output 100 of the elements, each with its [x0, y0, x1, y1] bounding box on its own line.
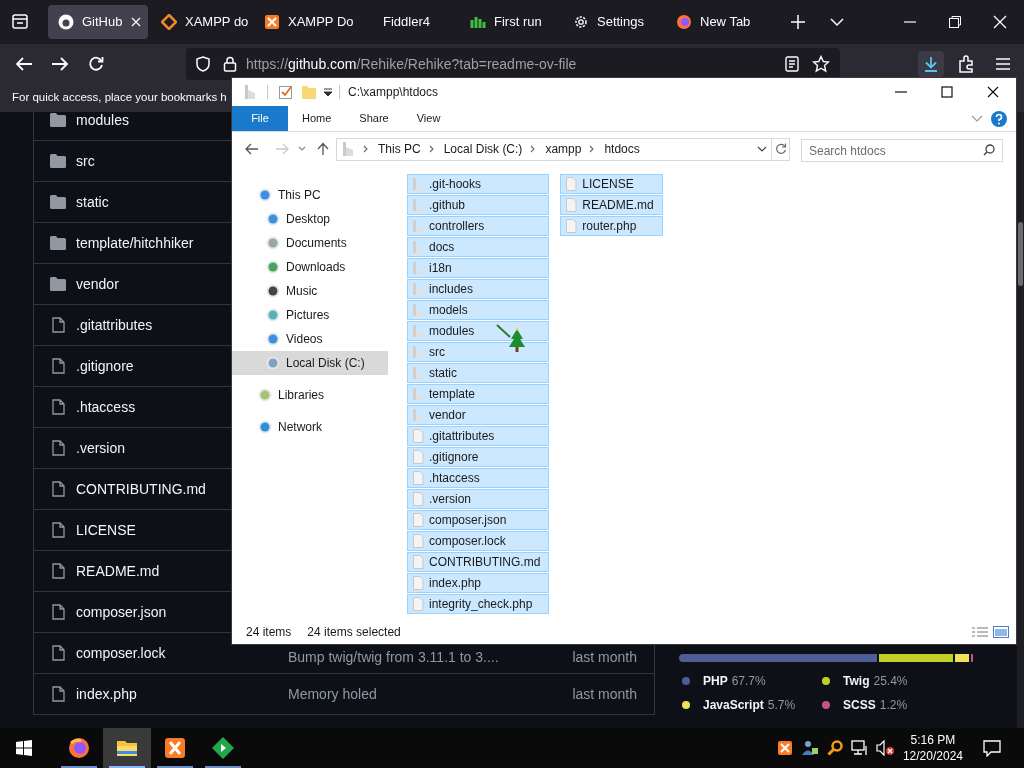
- chevron-down-icon[interactable]: [830, 15, 844, 29]
- close-icon[interactable]: [987, 86, 999, 98]
- ribbon-tab[interactable]: View: [402, 106, 455, 131]
- browser-tab[interactable]: New Tab: [666, 5, 766, 39]
- nav-item[interactable]: Videos: [232, 327, 407, 351]
- volume-muted-icon[interactable]: [874, 740, 895, 756]
- ribbon-tab[interactable]: Share: [345, 106, 403, 131]
- nav-item[interactable]: This PC: [232, 183, 407, 207]
- start-icon[interactable]: [16, 740, 32, 756]
- file-item[interactable]: composer.lock: [407, 531, 550, 551]
- network-icon[interactable]: [850, 740, 869, 756]
- file-link[interactable]: modules: [76, 112, 129, 131]
- search-field[interactable]: Search htdocs: [801, 139, 1003, 162]
- file-item[interactable]: static: [407, 363, 550, 383]
- bookmark-star-icon[interactable]: [812, 55, 830, 73]
- language-name[interactable]: JavaScript: [703, 696, 764, 714]
- nav-item[interactable]: Libraries: [232, 383, 407, 407]
- breadcrumb-item[interactable]: htdocs: [604, 140, 640, 158]
- file-item[interactable]: i18n: [407, 258, 550, 278]
- menu-icon[interactable]: [995, 57, 1011, 71]
- expand-ribbon-icon[interactable]: [971, 114, 983, 123]
- browser-tab[interactable]: Fiddler4: [357, 5, 457, 39]
- file-item[interactable]: includes: [407, 279, 550, 299]
- nav-item[interactable]: Documents: [232, 231, 407, 255]
- file-item[interactable]: .htaccess: [407, 468, 550, 488]
- browser-tab[interactable]: XAMPP Do: [254, 5, 354, 39]
- language-name[interactable]: PHP: [703, 672, 728, 690]
- nav-item[interactable]: Downloads: [232, 255, 407, 279]
- address-bar[interactable]: This PC Local Disk (C:) xampp htdocs: [336, 137, 772, 161]
- large-icons-view-icon[interactable]: [993, 625, 1009, 638]
- browser-tab[interactable]: Settings: [563, 5, 663, 39]
- extensions-icon[interactable]: [957, 55, 975, 73]
- file-link[interactable]: src: [76, 150, 95, 172]
- file-item[interactable]: controllers: [407, 216, 550, 236]
- scrollbar-thumb[interactable]: [1018, 222, 1023, 286]
- url-field[interactable]: https://github.com/Rehike/Rehike?tab=readme-ov-file: [186, 48, 840, 80]
- plus-icon[interactable]: [790, 14, 806, 30]
- file-link[interactable]: static: [76, 191, 109, 213]
- customize-toolbar-icon[interactable]: [323, 87, 333, 97]
- commit-message[interactable]: Bump twig/twig from 3.11.1 to 3....: [288, 647, 499, 673]
- file-link[interactable]: README.md: [76, 560, 160, 582]
- file-link[interactable]: .gitignore: [76, 355, 134, 377]
- recent-locations-icon[interactable]: [298, 146, 306, 152]
- notifications-icon[interactable]: [983, 739, 1001, 757]
- file-link[interactable]: CONTRIBUTING.md: [76, 478, 206, 500]
- file-item[interactable]: .gitignore: [407, 447, 550, 467]
- network-user-icon[interactable]: [800, 739, 819, 757]
- nav-item[interactable]: Local Disk (C:): [232, 351, 388, 375]
- square-logo-icon[interactable]: [776, 740, 793, 756]
- browser-tab[interactable]: GitHub: [48, 5, 148, 39]
- file-item[interactable]: vendor: [407, 405, 550, 425]
- file-item[interactable]: LICENSE: [560, 174, 663, 194]
- commit-message[interactable]: Memory holed: [288, 683, 377, 705]
- scrollbar[interactable]: [1017, 112, 1024, 728]
- maximize-icon[interactable]: [941, 86, 953, 98]
- file-link[interactable]: composer.lock: [76, 642, 166, 664]
- file-link[interactable]: .version: [76, 437, 126, 459]
- file-link[interactable]: LICENSE: [76, 519, 136, 541]
- file-item[interactable]: .version: [407, 489, 550, 509]
- file-item[interactable]: modules: [407, 321, 550, 341]
- file-link[interactable]: vendor: [76, 273, 119, 295]
- nav-item[interactable]: Music: [232, 279, 407, 303]
- file-item[interactable]: src: [407, 342, 550, 362]
- file-item[interactable]: README.md: [560, 195, 663, 215]
- file-link[interactable]: template/hitchhiker: [76, 232, 194, 254]
- properties-icon[interactable]: [278, 84, 294, 100]
- clock[interactable]: 5:16 PM 12/20/2024: [902, 732, 963, 764]
- file-link[interactable]: .gitattributes: [76, 314, 153, 336]
- file-item[interactable]: docs: [407, 237, 550, 257]
- nav-item[interactable]: Desktop: [232, 207, 407, 231]
- file-item[interactable]: .gitattributes: [407, 426, 550, 446]
- file-link[interactable]: .htaccess: [76, 396, 136, 418]
- search-icon[interactable]: [826, 740, 843, 756]
- file-item[interactable]: integrity_check.php: [407, 594, 550, 614]
- breadcrumb-item[interactable]: xampp: [545, 140, 582, 158]
- file-link[interactable]: composer.json: [76, 601, 167, 623]
- reload-icon[interactable]: [88, 56, 104, 72]
- file-link[interactable]: index.php: [76, 683, 137, 705]
- dropdown-icon[interactable]: [757, 146, 767, 152]
- nav-item[interactable]: Network: [232, 415, 407, 439]
- browser-tab[interactable]: XAMPP do: [151, 5, 251, 39]
- breadcrumb-item[interactable]: This PC: [378, 140, 421, 158]
- browser-tab[interactable]: First run: [460, 5, 560, 39]
- file-item[interactable]: models: [407, 300, 550, 320]
- ribbon-tab[interactable]: Home: [288, 106, 346, 131]
- download-button[interactable]: [918, 51, 944, 77]
- file-item[interactable]: index.php: [407, 573, 550, 593]
- up-icon[interactable]: [317, 142, 329, 156]
- language-name[interactable]: Twig: [843, 672, 870, 690]
- taskbar-app-button[interactable]: [103, 728, 151, 768]
- reader-view-icon[interactable]: [785, 56, 799, 72]
- restore-icon[interactable]: [949, 16, 961, 28]
- file-item[interactable]: .git-hooks: [407, 174, 550, 194]
- back-icon[interactable]: [245, 143, 259, 155]
- file-item[interactable]: template: [407, 384, 550, 404]
- refresh-button[interactable]: [772, 137, 790, 161]
- file-item[interactable]: composer.json: [407, 510, 550, 530]
- breadcrumb-item[interactable]: Local Disk (C:): [443, 140, 523, 158]
- help-icon[interactable]: [991, 110, 1007, 127]
- file-item[interactable]: CONTRIBUTING.md: [407, 552, 550, 572]
